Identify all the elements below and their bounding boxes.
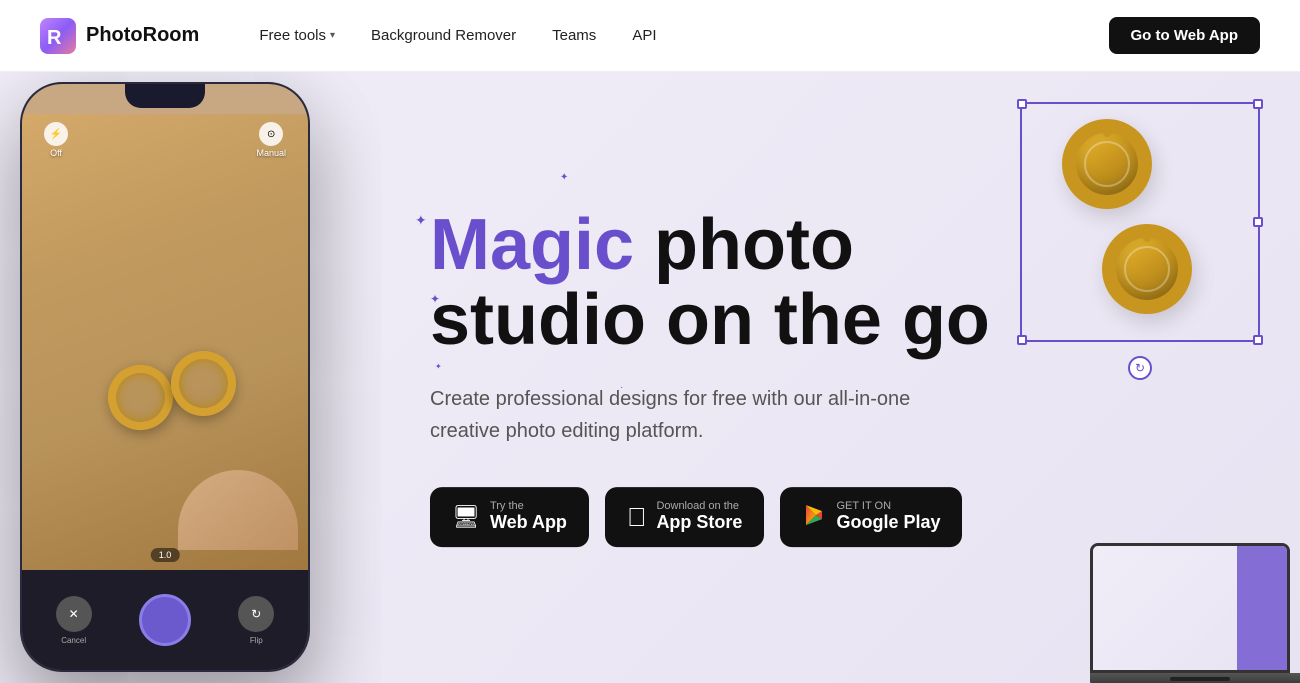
nav-api[interactable]: API <box>632 27 656 44</box>
sparkle-icon-1: ✦ <box>415 212 427 229</box>
logo-link[interactable]: R PhotoRoom <box>40 18 199 54</box>
laptop-sidebar <box>1237 546 1287 670</box>
google-play-small-text: GET IT ON <box>836 501 891 512</box>
phone-settings-icon: ⊙ <box>259 122 283 146</box>
earring-stud-2 <box>1143 230 1151 242</box>
shutter-icon <box>139 594 191 646</box>
earring-stud-1 <box>1103 125 1111 137</box>
phone-top-bar: ⚡ Off ⊙ Manual <box>32 114 298 166</box>
app-store-big-text: App Store <box>656 512 742 534</box>
mid-handle-right <box>1253 217 1263 227</box>
product-preview: ↻ <box>1000 102 1280 362</box>
web-app-big-text: Web App <box>490 512 567 534</box>
phone-flash-icon: ⚡ <box>44 122 68 146</box>
navbar: R PhotoRoom Free tools ▾ Background Remo… <box>0 0 1300 72</box>
phone-flip-button[interactable]: ↻ Flip <box>238 596 274 645</box>
corner-handle-tr <box>1253 99 1263 109</box>
product-earring-2 <box>1102 224 1202 324</box>
phone-notch <box>125 84 205 108</box>
apple-icon:  <box>627 504 647 530</box>
try-web-app-button[interactable]: 🖥 Try the Web App <box>430 487 589 548</box>
flip-icon: ↻ <box>238 596 274 632</box>
get-google-play-button[interactable]: GET IT ON Google Play <box>780 487 962 548</box>
phone-earring-right <box>166 346 241 421</box>
svg-text:R: R <box>47 27 62 49</box>
hero-subtitle: Create professional designs for free wit… <box>430 383 930 447</box>
laptop-screen <box>1090 543 1290 673</box>
hero-title-magic: Magic <box>430 205 634 285</box>
hero-section: ✦ ✦ ✦ · · ✦ ⚡ Off ⊙ Ma <box>0 72 1300 683</box>
hero-content: Magic photo studio on the go Create prof… <box>430 208 1010 548</box>
phone-screen: ⚡ Off ⊙ Manual 1.0 ✕ Cancel <box>22 84 308 670</box>
earring-ring-2 <box>1102 224 1192 314</box>
product-frame: ↻ <box>1020 102 1260 342</box>
chevron-down-icon: ▾ <box>330 30 335 41</box>
phone-manual-label: Manual <box>256 148 286 158</box>
nav-background-remover[interactable]: Background Remover <box>371 27 516 44</box>
download-app-store-button[interactable]:  Download on the App Store <box>605 487 765 548</box>
nav-links: Free tools ▾ Background Remover Teams AP… <box>259 27 1108 44</box>
monitor-icon: 🖥 <box>452 506 480 528</box>
phone-cancel-button[interactable]: ✕ Cancel <box>56 596 92 645</box>
google-play-big-text: Google Play <box>836 512 940 534</box>
product-earring-1 <box>1062 119 1162 219</box>
corner-handle-tl <box>1017 99 1027 109</box>
google-play-icon <box>802 503 826 531</box>
earring-ring-1 <box>1062 119 1152 209</box>
phone-hand <box>178 470 298 550</box>
laptop-screen-inner <box>1093 546 1287 670</box>
sparkle-icon-2: ✦ <box>560 172 568 183</box>
laptop-base <box>1090 673 1300 683</box>
flip-label: Flip <box>250 636 263 645</box>
logo-text: PhotoRoom <box>86 24 199 47</box>
phone-bottom-bar: ✕ Cancel ↻ Flip <box>22 570 308 670</box>
phone-earring-left <box>99 356 182 439</box>
hero-title: Magic photo studio on the go <box>430 208 1010 359</box>
rotate-handle: ↻ <box>1128 356 1152 380</box>
phone-mockup: ⚡ Off ⊙ Manual 1.0 ✕ Cancel <box>0 72 390 683</box>
nav-teams[interactable]: Teams <box>552 27 596 44</box>
nav-free-tools[interactable]: Free tools ▾ <box>259 27 335 44</box>
corner-handle-br <box>1253 335 1263 345</box>
phone-photo <box>22 114 308 570</box>
phone-shutter-button[interactable] <box>139 594 191 646</box>
cta-buttons-group: 🖥 Try the Web App  Download on the App … <box>430 487 1010 548</box>
phone-device: ⚡ Off ⊙ Manual 1.0 ✕ Cancel <box>20 82 310 672</box>
app-store-small-text: Download on the <box>656 501 739 512</box>
cancel-label: Cancel <box>61 636 86 645</box>
corner-handle-bl <box>1017 335 1027 345</box>
cancel-icon: ✕ <box>56 596 92 632</box>
laptop-preview <box>1090 543 1300 683</box>
go-to-web-app-button[interactable]: Go to Web App <box>1109 17 1260 54</box>
web-app-small-text: Try the <box>490 501 524 512</box>
zoom-badge: 1.0 <box>151 548 180 562</box>
logo-icon: R <box>40 18 76 54</box>
phone-off-label: Off <box>50 148 62 158</box>
